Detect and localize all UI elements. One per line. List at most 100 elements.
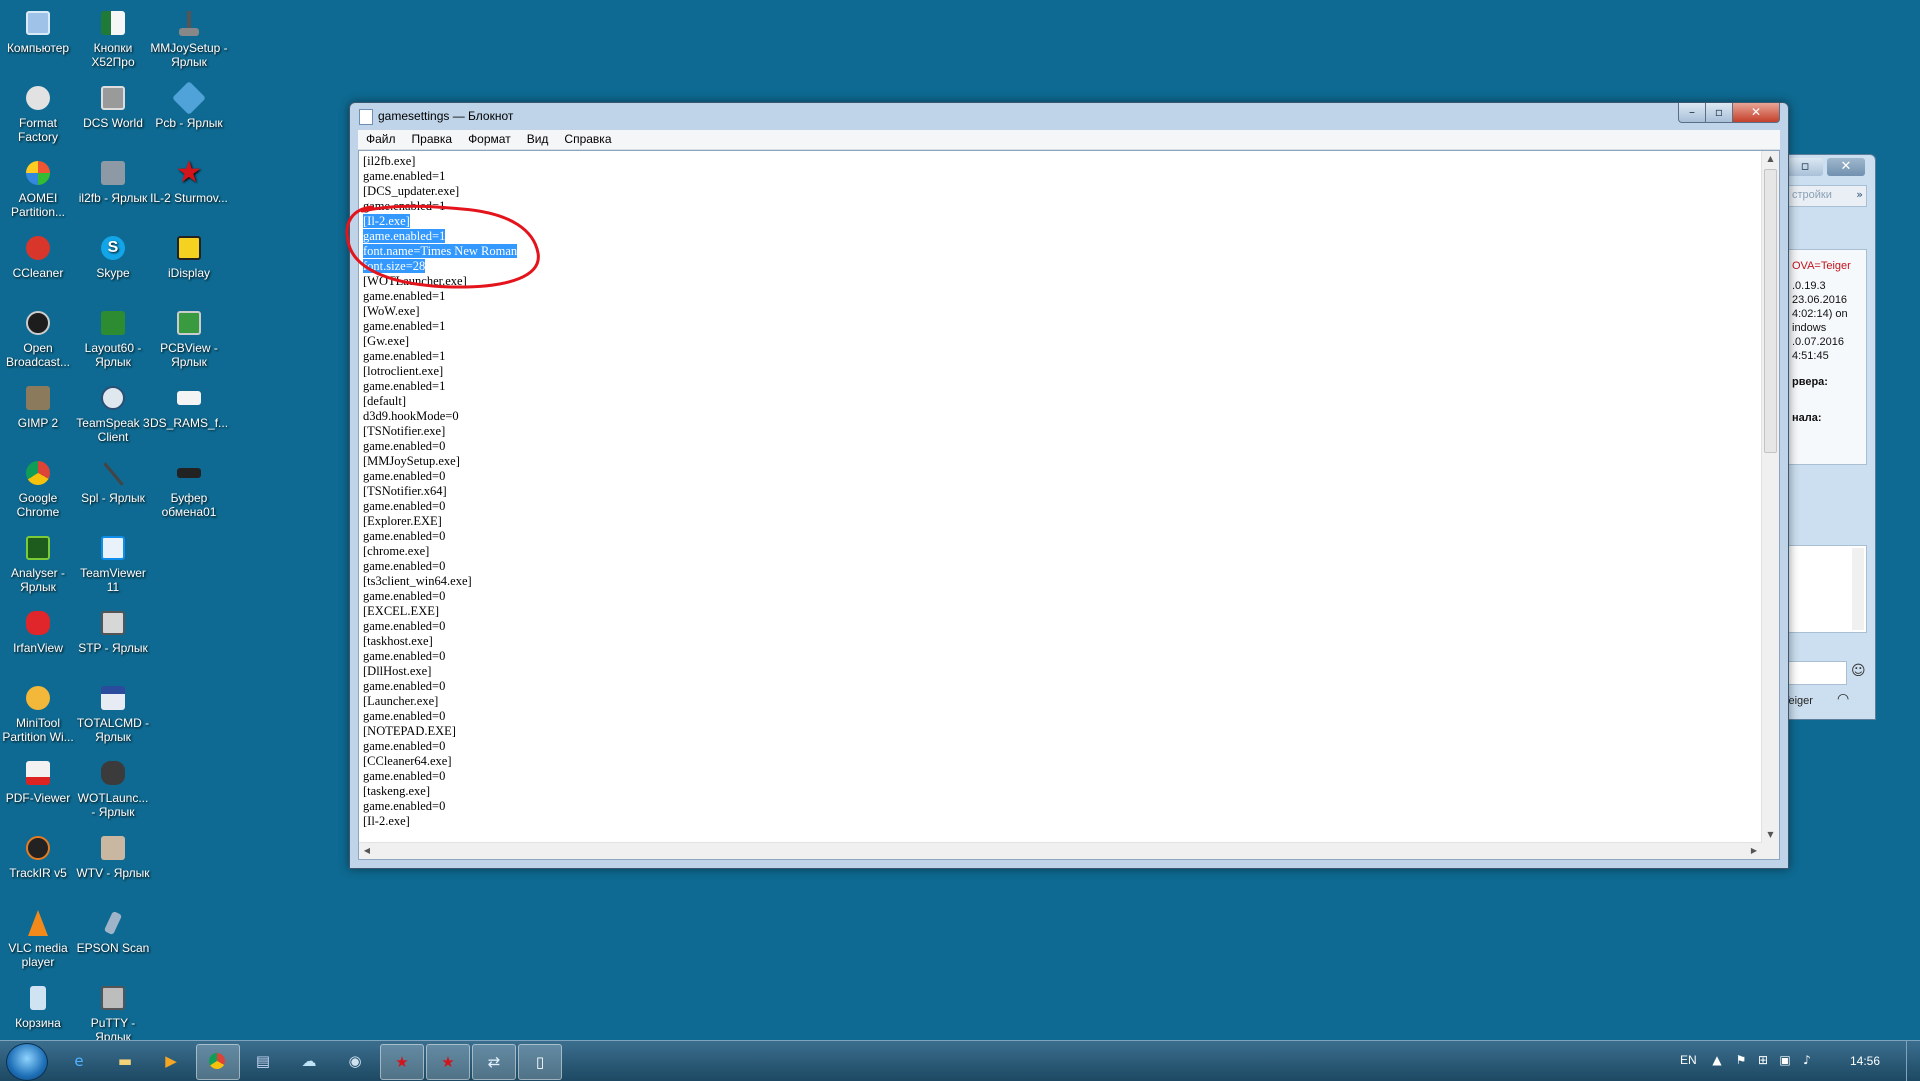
desktop-icon-clipboard[interactable]: Буфер обмена01 <box>150 458 228 519</box>
text-line[interactable]: [chrome.exe] <box>363 544 1759 559</box>
text-line[interactable]: [Explorer.EXE] <box>363 514 1759 529</box>
desktop-icon-epson-scan[interactable]: EPSON Scan <box>74 908 152 955</box>
scroll-up-arrow-icon[interactable]: ▲ <box>1762 151 1779 167</box>
desktop-icon-minitool[interactable]: MiniTool Partition Wi... <box>0 683 77 744</box>
desktop-icon-irfanview[interactable]: IrfanView <box>0 608 77 655</box>
desktop-icon-analyser[interactable]: Analyser - Ярлык <box>0 533 77 594</box>
desktop-icon-computer[interactable]: Компьютер <box>0 8 77 55</box>
vertical-scrollbar[interactable]: ▲ ▼ <box>1761 151 1779 843</box>
text-line[interactable]: game.enabled=1 <box>363 379 1759 394</box>
desktop-icon-pdf-viewer[interactable]: PDF-Viewer <box>0 758 77 805</box>
text-line[interactable]: game.enabled=0 <box>363 799 1759 814</box>
desktop-icon-x52-buttons[interactable]: Кнопки X52Про <box>74 8 152 69</box>
minimize-button[interactable]: – <box>1678 103 1706 123</box>
desktop-icon-pcbview[interactable]: PCBView - Ярлык <box>150 308 228 369</box>
taskbar-media-player[interactable]: ▶ <box>150 1044 192 1078</box>
clock[interactable]: 14:56 <box>1850 1054 1880 1068</box>
text-line[interactable]: [Launcher.exe] <box>363 694 1759 709</box>
text-line[interactable]: d3d9.hookMode=0 <box>363 409 1759 424</box>
text-line[interactable]: [taskhost.exe] <box>363 634 1759 649</box>
desktop-icon-aomei[interactable]: AOMEI Partition... <box>0 158 77 219</box>
desktop-icon-wotlauncher[interactable]: WOTLaunc... - Ярлык <box>74 758 152 819</box>
text-line[interactable]: game.enabled=1 <box>363 319 1759 334</box>
volume-icon[interactable]: ♪ <box>1800 1053 1814 1067</box>
taskbar-teamspeak[interactable]: ◉ <box>334 1044 376 1078</box>
text-line[interactable]: [EXCEL.EXE] <box>363 604 1759 619</box>
text-line[interactable]: [Il-2.exe] <box>363 214 1759 229</box>
desktop-icon-spl[interactable]: Spl - Ярлык <box>74 458 152 505</box>
start-button[interactable] <box>6 1043 48 1081</box>
text-line[interactable]: game.enabled=0 <box>363 499 1759 514</box>
taskbar-il2-sturmovik[interactable]: ★ <box>426 1044 470 1080</box>
scroll-right-arrow-icon[interactable]: ▶ <box>1746 843 1762 859</box>
taskbar-ie[interactable]: e <box>58 1044 100 1078</box>
text-line[interactable]: game.enabled=0 <box>363 679 1759 694</box>
text-line[interactable]: [il2fb.exe] <box>363 154 1759 169</box>
text-line[interactable]: [NOTEPAD.EXE] <box>363 724 1759 739</box>
close-button[interactable]: ✕ <box>1827 158 1865 176</box>
text-line[interactable]: game.enabled=0 <box>363 709 1759 724</box>
text-line[interactable]: game.enabled=1 <box>363 349 1759 364</box>
taskbar-il2[interactable]: ★ <box>380 1044 424 1080</box>
taskbar-explorer[interactable]: ▬ <box>104 1044 146 1078</box>
menu-edit[interactable]: Правка <box>404 130 461 149</box>
menu-view[interactable]: Вид <box>519 130 557 149</box>
taskbar-totalcmd[interactable]: ▤ <box>242 1044 284 1078</box>
language-indicator[interactable]: EN <box>1680 1053 1697 1067</box>
maximize-button[interactable]: ▫ <box>1705 103 1733 123</box>
desktop-icon-obs[interactable]: Open Broadcast... <box>0 308 77 369</box>
text-line[interactable]: font.size=28 <box>363 259 1759 274</box>
menu-format[interactable]: Формат <box>460 130 519 149</box>
desktop-icon-trackir[interactable]: TrackIR v5 <box>0 833 77 880</box>
desktop-icon-teamspeak[interactable]: TeamSpeak 3 Client <box>74 383 152 444</box>
desktop-icon-putty[interactable]: PuTTY - Ярлык <box>74 983 152 1044</box>
text-line[interactable]: [lotroclient.exe] <box>363 364 1759 379</box>
desktop-icon-ds-rams[interactable]: DS_RAMS_f... <box>150 383 228 430</box>
taskbar-chrome[interactable] <box>196 1044 240 1080</box>
taskbar-teamviewer[interactable]: ⇄ <box>472 1044 516 1080</box>
text-line[interactable]: font.name=Times New Roman <box>363 244 1759 259</box>
text-line[interactable]: [TSNotifier.exe] <box>363 424 1759 439</box>
network-icon[interactable]: ▣ <box>1778 1053 1792 1067</box>
close-button[interactable]: ✕ <box>1732 103 1780 123</box>
desktop-icon-dcs-world[interactable]: DCS World <box>74 83 152 130</box>
horizontal-scrollbar[interactable]: ◀ ▶ <box>359 842 1762 859</box>
desktop-icon-recycle-bin[interactable]: Корзина <box>0 983 77 1030</box>
smiley-icon[interactable]: ☺ <box>1851 663 1866 679</box>
desktop-icon-chrome[interactable]: Google Chrome <box>0 458 77 519</box>
text-line[interactable]: game.enabled=1 <box>363 289 1759 304</box>
desktop-icon-pcb[interactable]: Pcb - Ярлык <box>150 81 228 130</box>
windows-icon[interactable]: ⊞ <box>1756 1053 1770 1067</box>
desktop-icon-ccleaner[interactable]: CCleaner <box>0 233 77 280</box>
chevron-right-icon[interactable]: » <box>1856 188 1863 201</box>
desktop-icon-idisplay[interactable]: iDisplay <box>150 233 228 280</box>
desktop-icon-format-factory[interactable]: Format Factory <box>0 83 77 144</box>
text-line[interactable]: [CCleaner64.exe] <box>363 754 1759 769</box>
desktop-icon-wtv[interactable]: WTV - Ярлык <box>74 833 152 880</box>
notepad-window[interactable]: gamesettings — Блокнот – ▫ ✕ Файл Правка… <box>349 102 1789 869</box>
flag-icon[interactable]: ⚑ <box>1734 1053 1748 1067</box>
text-line[interactable]: game.enabled=0 <box>363 739 1759 754</box>
scrollbar[interactable] <box>1852 548 1864 630</box>
desktop-icon-stp[interactable]: STP - Ярлык <box>74 608 152 655</box>
text-line[interactable]: [WoW.exe] <box>363 304 1759 319</box>
text-line[interactable]: game.enabled=0 <box>363 769 1759 784</box>
background-window[interactable]: ▫ ✕ стройки » OVA=Teiger .0.19.3 23.06.2… <box>1778 154 1876 720</box>
text-line[interactable]: game.enabled=0 <box>363 619 1759 634</box>
menu-help[interactable]: Справка <box>556 130 619 149</box>
scrollbar-thumb[interactable] <box>1764 169 1777 453</box>
desktop-icon-gimp[interactable]: GIMP 2 <box>0 383 77 430</box>
text-line[interactable]: game.enabled=0 <box>363 529 1759 544</box>
desktop-icon-il2fb[interactable]: il2fb - Ярлык <box>74 158 152 205</box>
text-line[interactable]: [WOTLauncher.exe] <box>363 274 1759 289</box>
text-line[interactable]: game.enabled=0 <box>363 469 1759 484</box>
text-line[interactable]: [ts3client_win64.exe] <box>363 574 1759 589</box>
desktop-icon-il2-sturmovik[interactable]: ★ IL-2 Sturmov... <box>150 158 228 206</box>
text-line[interactable]: game.enabled=1 <box>363 169 1759 184</box>
text-line[interactable]: game.enabled=0 <box>363 649 1759 664</box>
desktop-icon-layout60[interactable]: Layout60 - Ярлык <box>74 308 152 369</box>
notepad-titlebar[interactable]: gamesettings — Блокнот – ▫ ✕ <box>350 103 1788 129</box>
maximize-button[interactable]: ▫ <box>1787 158 1823 176</box>
show-desktop-button[interactable] <box>1906 1041 1920 1081</box>
taskbar-skype[interactable]: ☁ <box>288 1044 330 1078</box>
